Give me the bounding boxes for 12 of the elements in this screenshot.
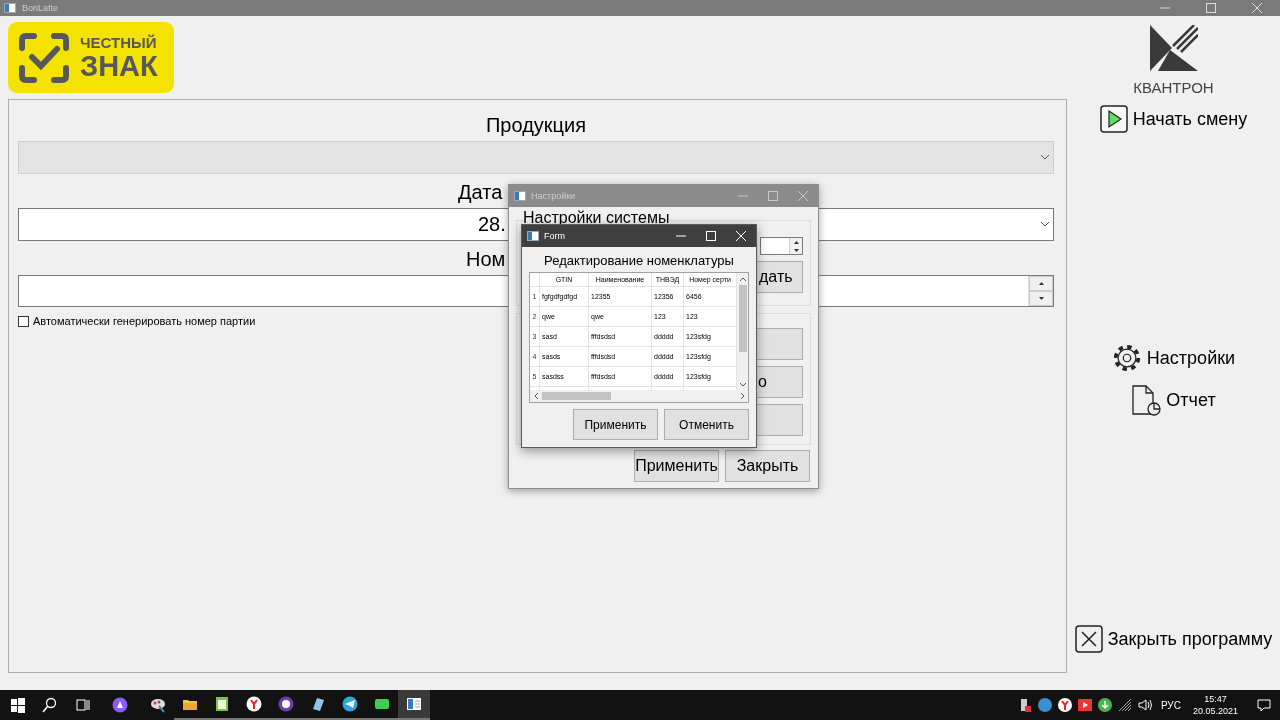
- window-title: BonLatte: [22, 3, 59, 13]
- dialog-title: Настройки: [531, 191, 576, 201]
- dialog-title: Form: [544, 231, 565, 241]
- logo-text: ЗНАК: [80, 51, 158, 81]
- checkbox-label: Автоматически генерировать номер партии: [33, 315, 256, 327]
- field-label: Дата: [458, 180, 503, 204]
- brand-name: КВАНТРОН: [1133, 79, 1214, 97]
- logo-text: ЧЕСТНЫЙ: [80, 34, 158, 50]
- field-value: 28.: [478, 213, 506, 236]
- field-label: Ном: [466, 247, 506, 271]
- dialog-heading: Редактирование номенклатуры: [544, 253, 734, 269]
- field-label: Продукция: [485, 113, 587, 137]
